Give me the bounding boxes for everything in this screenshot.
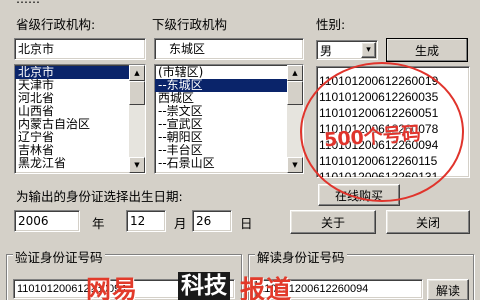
scroll-up-icon[interactable]: ▲ <box>129 65 145 81</box>
decode-group: 解读身份证号码 110101200612260094 解读 <box>248 247 474 300</box>
subordinate-list-item[interactable]: --东城区 <box>155 79 287 92</box>
close-button[interactable]: 关闭 <box>386 210 470 234</box>
generated-id-item[interactable]: 110101200612260131 <box>317 169 469 177</box>
province-list-item[interactable]: 辽宁省 <box>15 131 129 144</box>
gender-value: 男 <box>320 44 333 58</box>
scroll-thumb[interactable] <box>129 81 145 105</box>
birth-year-input[interactable]: 2006 <box>14 210 80 232</box>
birth-month-input[interactable]: 12 <box>126 210 166 232</box>
generated-id-item[interactable]: 110101200612260019 <box>317 73 469 89</box>
scroll-up-icon[interactable]: ▲ <box>287 65 303 81</box>
generated-id-item[interactable]: 110101200612260115 <box>317 153 469 169</box>
gender-select[interactable]: 男 ▾ <box>316 40 378 60</box>
province-field[interactable]: 北京市 <box>14 38 146 60</box>
province-label: 省级行政机构: <box>16 17 96 32</box>
subordinate-list-item[interactable]: --崇文区 <box>155 105 287 118</box>
province-list-item[interactable]: 河北省 <box>15 92 129 105</box>
subordinate-list-item[interactable]: --石景山区 <box>155 157 287 170</box>
subordinate-list-item[interactable]: --宣武区 <box>155 118 287 131</box>
subordinate-list-item[interactable]: (市辖区) <box>155 66 287 79</box>
generated-id-item[interactable]: 110101200612260094 <box>317 137 469 153</box>
scroll-down-icon[interactable]: ▼ <box>129 157 145 173</box>
subordinate-list-item[interactable]: --朝阳区 <box>155 131 287 144</box>
generated-id-item[interactable]: 110101200612260078 <box>317 121 469 137</box>
chevron-down-icon[interactable]: ▾ <box>361 42 376 58</box>
birth-date-label: 为输出的身份证选择出生日期: <box>16 189 183 204</box>
subordinate-list-item[interactable]: 西城区 <box>155 92 287 105</box>
id-number-generator-window: { "window": { "title_partial": "……" }, "… <box>0 0 480 300</box>
subordinate-field[interactable]: 东城区 <box>154 38 304 60</box>
gender-label: 性别: <box>316 17 346 32</box>
subordinate-scrollbar[interactable]: ▲ ▼ <box>287 65 303 173</box>
generated-id-item[interactable]: 110101200612260035 <box>317 89 469 105</box>
province-list-item[interactable]: 山西省 <box>15 105 129 118</box>
province-list-item[interactable]: 内蒙古自治区 <box>15 118 129 131</box>
decode-id-input[interactable]: 110101200612260094 <box>255 279 423 299</box>
window-title-partial: …… <box>16 0 40 6</box>
subordinate-label: 下级行政机构 <box>152 17 228 32</box>
province-list-item[interactable]: 吉林省 <box>15 144 129 157</box>
subordinate-listbox[interactable]: (市辖区) --东城区 西城区 --崇文区 --宣武区 --朝阳区 --丰台区 --石景山区… <box>154 64 304 174</box>
decode-group-title: 解读身份证号码 <box>255 247 347 266</box>
scroll-down-icon[interactable]: ▼ <box>287 157 303 173</box>
year-label: 年 <box>92 216 105 231</box>
subordinate-list-item[interactable]: --丰台区 <box>155 144 287 157</box>
generated-ids-list[interactable]: 110101200612260019 110101200612260035 1101… <box>316 66 470 178</box>
verify-group: 验证身份证号码 110101200612260094 <box>6 247 242 300</box>
month-label: 月 <box>174 216 187 231</box>
birth-day-input[interactable]: 26 <box>192 210 232 232</box>
province-list-item[interactable]: 北京市 <box>15 66 129 79</box>
day-label: 日 <box>240 216 253 231</box>
generated-id-item[interactable]: 110101200612260051 <box>317 105 469 121</box>
verify-id-input[interactable]: 110101200612260094 <box>13 279 235 299</box>
verify-group-title: 验证身份证号码 <box>13 247 105 266</box>
generate-button[interactable]: 生成 <box>386 38 468 62</box>
province-list-item[interactable]: 黑龙江省 <box>15 157 129 170</box>
province-scrollbar[interactable]: ▲ ▼ <box>129 65 145 173</box>
scroll-thumb[interactable] <box>287 81 303 105</box>
about-button[interactable]: 关于 <box>290 210 376 234</box>
buy-online-button[interactable]: 在线购买 <box>318 184 400 206</box>
province-listbox[interactable]: 北京市 天津市 河北省 山西省 内蒙古自治区 辽宁省 吉林省 黑龙江省 ▲ ▼ <box>14 64 146 174</box>
province-list-item[interactable]: 天津市 <box>15 79 129 92</box>
decode-button[interactable]: 解读 <box>427 279 469 300</box>
